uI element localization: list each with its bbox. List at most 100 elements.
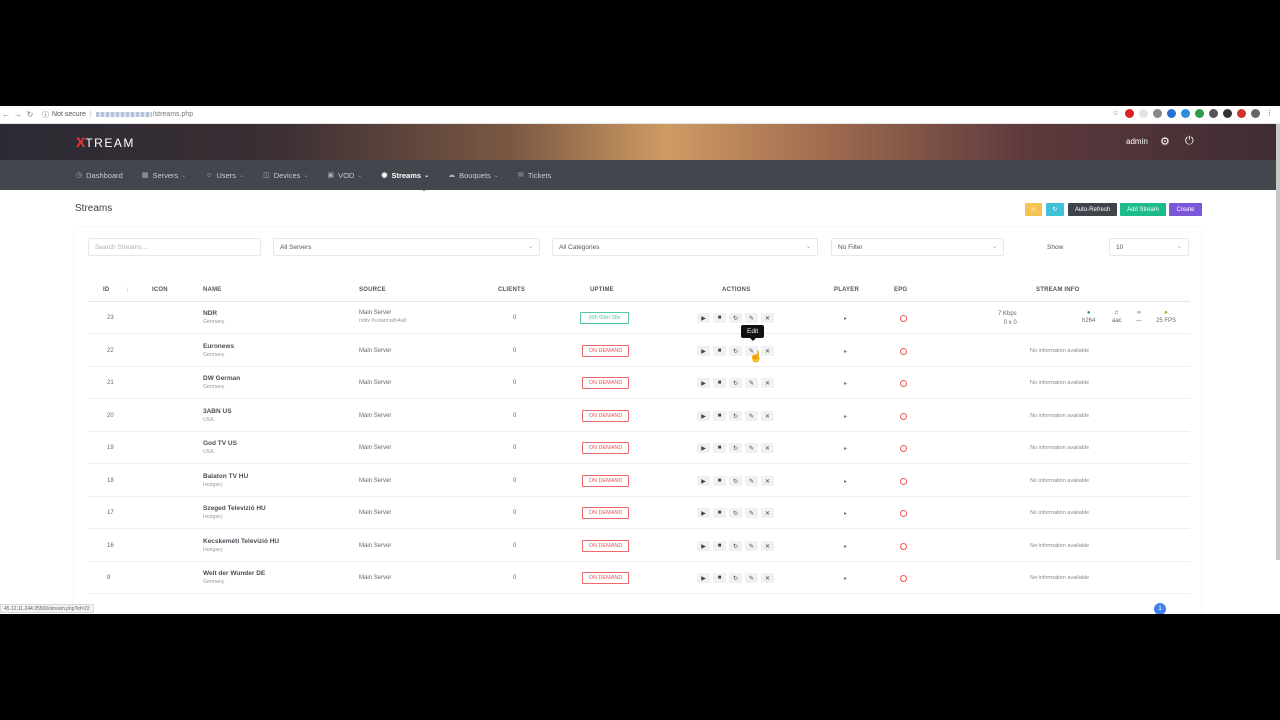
stop-icon[interactable]: ■ <box>713 573 726 583</box>
stream-name-cell[interactable]: Szeged Televizió HU Hungary <box>203 505 266 520</box>
extension-icon[interactable] <box>1167 109 1176 118</box>
nav-dashboard[interactable]: ◷ Dashboard <box>76 171 123 180</box>
col-name[interactable]: NAME <box>203 287 221 293</box>
restart-icon[interactable]: ↻ <box>729 508 742 518</box>
nav-bouquets[interactable]: ☁ Bouquets ⌄ <box>448 171 499 180</box>
player-icon[interactable]: ▸ <box>844 478 847 485</box>
stream-name-cell[interactable]: God TV US USA <box>203 440 237 455</box>
stop-icon[interactable]: ■ <box>713 313 726 323</box>
edit-icon[interactable]: ✎ <box>745 378 758 388</box>
star-icon[interactable]: ☆ <box>1111 109 1120 118</box>
stream-name-cell[interactable]: 3ABN US USA <box>203 408 232 423</box>
info-icon[interactable]: ⓘ <box>42 110 49 120</box>
profile-icon[interactable] <box>1251 109 1260 118</box>
stop-icon[interactable]: ■ <box>713 443 726 453</box>
nav-streams[interactable]: ◉ Streams ⌄ <box>381 171 429 180</box>
create-button[interactable]: Create <box>1169 203 1202 216</box>
menu-dots-icon[interactable]: ⋮ <box>1265 109 1274 118</box>
scrollbar[interactable] <box>1276 124 1280 560</box>
edit-icon[interactable]: ✎ <box>745 411 758 421</box>
player-icon[interactable]: ▸ <box>844 380 847 387</box>
player-icon[interactable]: ▸ <box>844 413 847 420</box>
delete-icon[interactable]: ✕ <box>761 573 774 583</box>
extension-icon[interactable] <box>1181 109 1190 118</box>
stop-icon[interactable]: ■ <box>713 411 726 421</box>
play-icon[interactable]: ▶ <box>697 541 710 551</box>
delete-icon[interactable]: ✕ <box>761 508 774 518</box>
nav-users[interactable]: ☺ Users ⌄ <box>205 171 244 180</box>
pagination-page-1[interactable]: 1 <box>1154 603 1166 614</box>
play-icon[interactable]: ▶ <box>697 573 710 583</box>
col-uptime[interactable]: UPTIME <box>590 287 614 293</box>
play-icon[interactable]: ▶ <box>697 508 710 518</box>
warning-button[interactable]: ⚠ <box>1025 203 1042 216</box>
sort-desc-icon[interactable]: ↓ <box>126 287 129 293</box>
stop-icon[interactable]: ■ <box>713 378 726 388</box>
restart-icon[interactable]: ↻ <box>729 541 742 551</box>
nav-devices[interactable]: ◫ Devices ⌄ <box>263 171 308 180</box>
stop-icon[interactable]: ■ <box>713 346 726 356</box>
stream-name[interactable]: Balaton TV HU <box>203 473 248 480</box>
player-icon[interactable]: ▸ <box>844 315 847 322</box>
stream-name[interactable]: Welt der Wunder DE <box>203 570 265 577</box>
player-icon[interactable]: ▸ <box>844 575 847 582</box>
play-icon[interactable]: ▶ <box>697 411 710 421</box>
edit-icon[interactable]: ✎ <box>745 443 758 453</box>
restart-icon[interactable]: ↻ <box>729 411 742 421</box>
stream-name[interactable]: 3ABN US <box>203 408 232 415</box>
restart-icon[interactable]: ↻ <box>729 443 742 453</box>
forward-icon[interactable]: → <box>12 110 24 119</box>
edit-icon[interactable]: ✎ <box>745 508 758 518</box>
stream-name-cell[interactable]: Kecskeméti Televízió HU Hungary <box>203 538 279 553</box>
extension-icon[interactable] <box>1209 109 1218 118</box>
edit-icon[interactable]: ✎ <box>745 476 758 486</box>
play-icon[interactable]: ▶ <box>697 476 710 486</box>
address-bar[interactable]: ⓘ Not secure | /streams.php <box>42 110 193 120</box>
back-icon[interactable]: ← <box>0 110 12 119</box>
col-id[interactable]: ID <box>103 287 109 293</box>
extension-icon[interactable] <box>1195 109 1204 118</box>
player-icon[interactable]: ▸ <box>844 445 847 452</box>
nav-tickets[interactable]: ✉ Tickets <box>518 171 551 180</box>
user-name[interactable]: admin <box>1126 137 1148 146</box>
player-icon[interactable]: ▸ <box>844 543 847 550</box>
delete-icon[interactable]: ✕ <box>761 378 774 388</box>
edit-icon[interactable]: ✎ <box>745 313 758 323</box>
status-filter-select[interactable]: No Filter ⌄ <box>831 238 1004 256</box>
extension-icon[interactable] <box>1153 109 1162 118</box>
play-icon[interactable]: ▶ <box>697 313 710 323</box>
play-icon[interactable]: ▶ <box>697 443 710 453</box>
restart-icon[interactable]: ↻ <box>729 573 742 583</box>
power-icon[interactable]: ⏻ <box>1185 135 1194 148</box>
stop-icon[interactable]: ■ <box>713 508 726 518</box>
info-button[interactable]: ↻ <box>1046 203 1064 216</box>
stream-name[interactable]: God TV US <box>203 440 237 447</box>
stream-name-cell[interactable]: DW German Germany <box>203 375 240 390</box>
stream-name[interactable]: Euronews <box>203 343 234 350</box>
opera-extension-icon[interactable] <box>1125 109 1134 118</box>
stream-name[interactable]: Kecskeméti Televízió HU <box>203 538 279 545</box>
nav-servers[interactable]: ▦ Servers ⌄ <box>142 171 187 180</box>
xtream-logo[interactable]: XTREAM <box>76 134 135 150</box>
stream-name-cell[interactable]: Welt der Wunder DE Germany <box>203 570 265 585</box>
stream-name-cell[interactable]: Balaton TV HU Hungary <box>203 473 248 488</box>
auto-refresh-button[interactable]: Auto-Refresh <box>1068 203 1117 216</box>
stream-name-cell[interactable]: NDR Germany <box>203 310 224 325</box>
extension-icon[interactable] <box>1237 109 1246 118</box>
play-icon[interactable]: ▶ <box>697 346 710 356</box>
delete-icon[interactable]: ✕ <box>761 476 774 486</box>
reload-icon[interactable]: ↻ <box>24 110 36 119</box>
edit-icon[interactable]: ✎ <box>745 541 758 551</box>
col-clients[interactable]: CLIENTS <box>498 287 525 293</box>
extension-icon[interactable] <box>1139 109 1148 118</box>
restart-icon[interactable]: ↻ <box>729 313 742 323</box>
page-size-select[interactable]: 10 ⌄ <box>1109 238 1189 256</box>
servers-select[interactable]: All Servers ⌄ <box>273 238 540 256</box>
play-icon[interactable]: ▶ <box>697 378 710 388</box>
delete-icon[interactable]: ✕ <box>761 443 774 453</box>
delete-icon[interactable]: ✕ <box>761 541 774 551</box>
restart-icon[interactable]: ↻ <box>729 476 742 486</box>
restart-icon[interactable]: ↻ <box>729 346 742 356</box>
search-input[interactable]: Search Streams... <box>88 238 261 256</box>
player-icon[interactable]: ▸ <box>844 348 847 355</box>
